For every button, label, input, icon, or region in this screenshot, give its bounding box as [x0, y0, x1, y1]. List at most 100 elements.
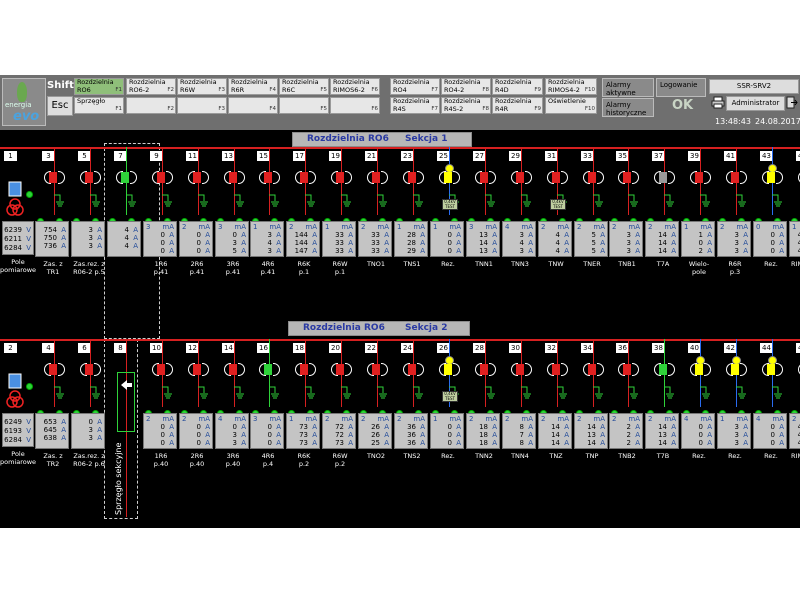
breaker-state-icon[interactable] [193, 172, 201, 183]
cell-label-line: p.22 [785, 460, 800, 468]
nav-button-r4d[interactable]: Rozdzielnia R4D F9 [492, 78, 543, 95]
breaker-state-icon[interactable] [767, 364, 775, 375]
breaker-state-icon[interactable] [193, 364, 201, 375]
nav-button-empty[interactable]: F4 [228, 97, 278, 114]
ground-icon [557, 385, 569, 399]
nav-button-ro6[interactable]: Rozdzielnia RO6 F1 [74, 78, 124, 95]
shift-label: Shift [47, 80, 74, 91]
current-value: 0 [196, 247, 201, 255]
breaker-state-icon[interactable] [408, 364, 416, 375]
ok-button[interactable]: OK [660, 97, 705, 115]
nav-button-empty[interactable]: F2 [126, 97, 176, 114]
breaker-state-icon[interactable] [372, 172, 380, 183]
breaker-state-icon[interactable] [731, 172, 739, 183]
breaker-state-icon[interactable] [264, 172, 272, 183]
breaker-state-icon[interactable] [157, 364, 165, 375]
logout-icon[interactable] [786, 96, 798, 109]
nav-button-ro4[interactable]: Rozdzielnia RO4 F7 [390, 78, 440, 95]
breaker-state-icon[interactable] [516, 364, 524, 375]
nav-button-r6w[interactable]: Rozdzielnia R6W F3 [177, 78, 227, 95]
breaker-state-icon[interactable] [264, 364, 272, 375]
alarms-active-button[interactable]: Alarmy aktywne [602, 78, 654, 97]
leak-unit: mA [162, 223, 174, 231]
coupler-arrow-icon [119, 377, 133, 391]
breaker-state-icon[interactable] [336, 364, 344, 375]
test-badge: 0,4kV TEST [442, 199, 458, 210]
nav-button-r6c[interactable]: Rozdzielnia R6C F5 [279, 78, 329, 95]
busbar-1 [0, 147, 800, 149]
current-value: 3 [88, 226, 93, 234]
nav-button-ro6-2[interactable]: Rozdzielnia RO6-2 F2 [126, 78, 176, 95]
current-value: 8 [519, 423, 524, 431]
breaker-state-icon[interactable] [767, 172, 775, 183]
breaker-state-icon[interactable] [49, 364, 57, 375]
alarms-active-l1: Alarmy [606, 81, 631, 89]
current-value: 4 [555, 247, 560, 255]
current-value: 0 [447, 423, 452, 431]
cell-label-line: p.3 [729, 268, 741, 276]
breaker-state-icon[interactable] [229, 364, 237, 375]
leak-unit: mA [521, 223, 533, 231]
current-unit: A [97, 418, 102, 426]
nav-button-o-wietlenie[interactable]: Oświetlenie F10 [545, 97, 597, 114]
current-value: 750 [43, 234, 57, 242]
breaker-state-icon[interactable] [552, 172, 560, 183]
breaker-state-icon[interactable] [85, 364, 93, 375]
breaker-state-icon[interactable] [49, 172, 57, 183]
current-value: 0 [196, 439, 201, 447]
current-value: 653 [43, 418, 57, 426]
breaker-state-icon[interactable] [300, 172, 308, 183]
breaker-state-icon[interactable] [695, 364, 703, 375]
breaker-state-icon[interactable] [444, 364, 452, 375]
nav-button-r4s-2[interactable]: Rozdzielnia R4S-2 F8 [441, 97, 491, 114]
breaker-state-icon[interactable] [552, 364, 560, 375]
breaker-state-icon[interactable] [372, 364, 380, 375]
ground-icon [736, 385, 748, 399]
breaker-state-icon[interactable] [480, 172, 488, 183]
breaker-state-icon[interactable] [157, 172, 165, 183]
leak-value: 2 [325, 415, 330, 423]
esc-button[interactable]: Esc [47, 96, 73, 116]
breaker-state-icon[interactable] [85, 172, 93, 183]
nav-button-ro4-2[interactable]: Rozdzielnia RO4-2 F8 [441, 78, 491, 95]
breaker-state-icon[interactable] [659, 172, 667, 183]
leak-value: 2 [469, 415, 474, 423]
breaker-state-icon[interactable] [121, 172, 129, 183]
alarms-history-button[interactable]: Alarmy historyczne [602, 98, 654, 117]
breaker-arc-right [453, 171, 460, 184]
breaker-state-icon[interactable] [444, 172, 452, 183]
breaker-state-icon[interactable] [588, 172, 596, 183]
nav-button-r6r[interactable]: Rozdzielnia R6R F4 [228, 78, 278, 95]
breaker-arc-right [238, 171, 245, 184]
breaker-state-icon[interactable] [623, 172, 631, 183]
breaker-state-icon[interactable] [300, 364, 308, 375]
breaker-state-icon[interactable] [480, 364, 488, 375]
breaker-arc-right [94, 363, 101, 376]
nav-button-r4s[interactable]: Rozdzielnia R4S F7 [390, 97, 440, 114]
nav-button-sprz-g-o[interactable]: Sprzęgło F1 [74, 97, 124, 114]
function-key-label: F5 [320, 105, 327, 112]
nav-button-empty[interactable]: F3 [177, 97, 227, 114]
breaker-state-icon[interactable] [731, 364, 739, 375]
nav-button-rimos6-2[interactable]: Rozdzielnia RIMOS6-2 F6 [330, 78, 380, 95]
current-value: 0 [698, 439, 703, 447]
printer-icon[interactable] [711, 96, 725, 109]
current-value: 0 [698, 423, 703, 431]
nav-button-r4r[interactable]: Rozdzielnia R4R F9 [492, 97, 543, 114]
breaker-state-icon[interactable] [408, 172, 416, 183]
nav-button-empty[interactable]: F6 [330, 97, 380, 114]
user-button[interactable]: Administrator [726, 96, 785, 111]
nav-button-empty[interactable]: F5 [279, 97, 329, 114]
breaker-state-icon[interactable] [695, 172, 703, 183]
breaker-state-icon[interactable] [229, 172, 237, 183]
breaker-state-icon[interactable] [659, 364, 667, 375]
login-button[interactable]: Logowanie [656, 78, 706, 97]
current-value: 4 [124, 242, 129, 250]
breaker-state-icon[interactable] [588, 364, 596, 375]
section-2-switchboard: Rozdzielnia RO6 [303, 323, 385, 333]
breaker-state-icon[interactable] [336, 172, 344, 183]
breaker-state-icon[interactable] [623, 364, 631, 375]
voltage-value: 6284 [4, 244, 22, 252]
nav-button-rimos4-2[interactable]: Rozdzielnia RIMOS4-2 F10 [545, 78, 597, 95]
breaker-state-icon[interactable] [516, 172, 524, 183]
